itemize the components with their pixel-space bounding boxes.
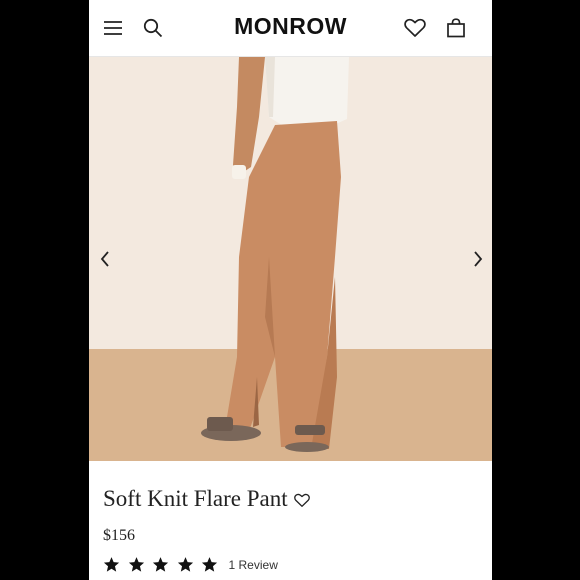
chevron-right-icon bbox=[474, 251, 483, 267]
gallery-prev-button[interactable] bbox=[93, 247, 117, 271]
chevron-left-icon bbox=[100, 251, 109, 267]
product-photo bbox=[89, 57, 492, 461]
product-price: $156 bbox=[103, 527, 135, 544]
cart-button[interactable] bbox=[442, 14, 470, 42]
heart-icon bbox=[293, 493, 310, 507]
product-image-gallery[interactable] bbox=[89, 57, 492, 461]
wishlist-button[interactable] bbox=[401, 14, 429, 42]
brand-logo[interactable]: MONROW bbox=[89, 13, 492, 40]
star-icon bbox=[201, 556, 218, 573]
product-rating[interactable]: 1 Review bbox=[103, 556, 278, 573]
star-icon bbox=[152, 556, 169, 573]
site-header: MONROW bbox=[89, 0, 492, 57]
product-title-row: Soft Knit Flare Pant bbox=[103, 486, 310, 512]
product-title: Soft Knit Flare Pant bbox=[103, 486, 288, 511]
add-to-wishlist-button[interactable] bbox=[293, 493, 310, 508]
gallery-next-button[interactable] bbox=[466, 247, 490, 271]
shopping-bag-icon bbox=[447, 18, 465, 38]
review-count-link[interactable]: 1 Review bbox=[229, 558, 278, 572]
heart-icon bbox=[404, 18, 426, 37]
phone-screen: MONROW Soft Knit Flare Pant $156 1 Revie… bbox=[89, 0, 492, 580]
star-icon bbox=[103, 556, 120, 573]
star-icon bbox=[177, 556, 194, 573]
star-icon bbox=[128, 556, 145, 573]
